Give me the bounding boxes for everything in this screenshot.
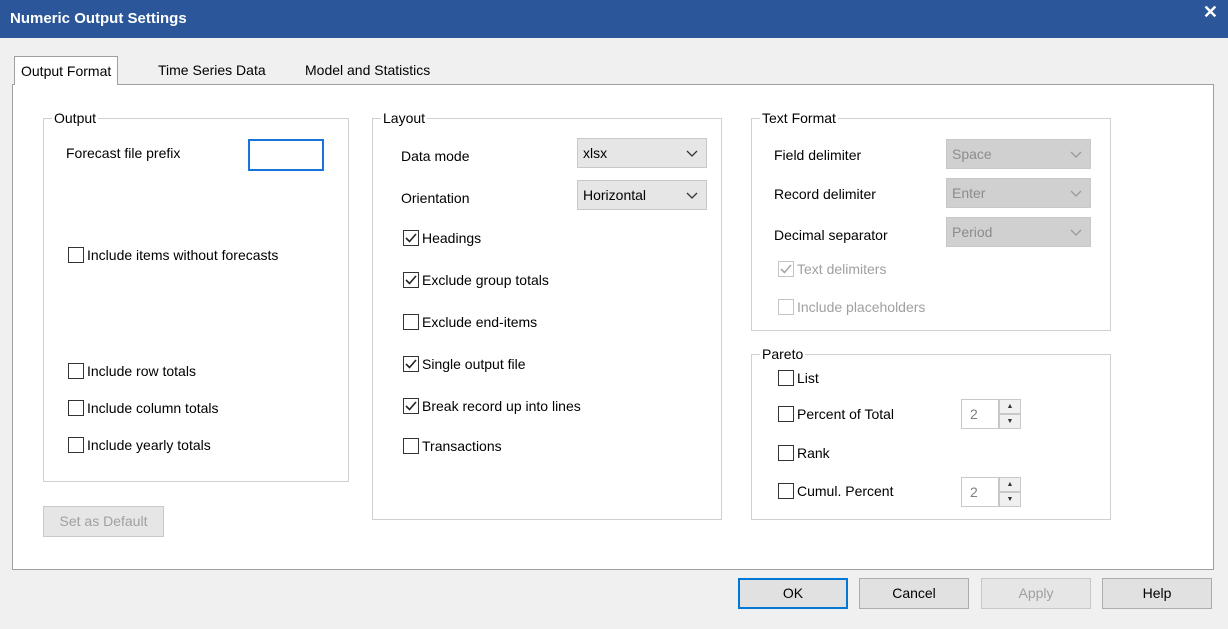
close-icon[interactable]: ✕: [1203, 2, 1218, 23]
cumul-percent-checkbox[interactable]: Cumul. Percent: [778, 483, 893, 499]
include-items-without-forecasts-label: Include items without forecasts: [87, 247, 279, 263]
include-column-totals-checkbox[interactable]: Include column totals: [68, 400, 219, 416]
chevron-down-icon: [686, 192, 698, 199]
transactions-label: Transactions: [422, 438, 502, 454]
exclude-end-items-checkbox[interactable]: Exclude end-items: [403, 314, 537, 330]
headings-label: Headings: [422, 230, 482, 246]
percent-of-total-value[interactable]: [961, 399, 999, 429]
include-column-totals-label: Include column totals: [87, 400, 219, 416]
break-record-checkbox[interactable]: Break record up into lines: [403, 398, 581, 414]
single-output-file-checkbox[interactable]: Single output file: [403, 356, 526, 372]
data-mode-select[interactable]: xlsx: [577, 138, 707, 168]
field-delimiter-select[interactable]: Space: [946, 139, 1091, 169]
exclude-end-items-label: Exclude end-items: [422, 314, 538, 330]
cumul-percent-label: Cumul. Percent: [797, 483, 894, 499]
tab-model-and-statistics[interactable]: Model and Statistics: [299, 56, 436, 84]
spin-down-icon[interactable]: ▼: [999, 492, 1021, 507]
help-button[interactable]: Help: [1102, 578, 1212, 609]
field-delimiter-value: Space: [952, 146, 992, 162]
list-checkbox[interactable]: List: [778, 370, 819, 386]
include-yearly-totals-label: Include yearly totals: [87, 437, 211, 453]
text-delimiters-checkbox[interactable]: Text delimiters: [778, 261, 886, 277]
include-yearly-totals-checkbox[interactable]: Include yearly totals: [68, 437, 211, 453]
include-placeholders-checkbox[interactable]: Include placeholders: [778, 299, 925, 315]
chevron-down-icon: [1070, 229, 1082, 236]
chevron-down-icon: [1070, 190, 1082, 197]
decimal-separator-label: Decimal separator: [774, 227, 888, 243]
cumul-percent-value[interactable]: [961, 477, 999, 507]
single-output-file-label: Single output file: [422, 356, 526, 372]
ok-button[interactable]: OK: [738, 578, 848, 609]
set-as-default-button[interactable]: Set as Default: [43, 506, 164, 537]
percent-of-total-checkbox[interactable]: Percent of Total: [778, 406, 894, 422]
record-delimiter-label: Record delimiter: [774, 186, 876, 202]
percent-of-total-spinner[interactable]: ▲ ▼: [961, 399, 1021, 429]
data-mode-value: xlsx: [583, 145, 608, 161]
field-delimiter-label: Field delimiter: [774, 147, 862, 163]
decimal-separator-value: Period: [952, 224, 993, 240]
include-items-without-forecasts-checkbox[interactable]: Include items without forecasts: [68, 247, 278, 263]
pareto-group-legend: Pareto: [762, 346, 804, 362]
orientation-label: Orientation: [401, 190, 470, 206]
rank-label: Rank: [797, 445, 830, 461]
tab-output-format[interactable]: Output Format: [14, 56, 119, 85]
rank-checkbox[interactable]: Rank: [778, 445, 830, 461]
break-record-label: Break record up into lines: [422, 398, 581, 414]
headings-checkbox[interactable]: Headings: [403, 230, 481, 246]
apply-button[interactable]: Apply: [981, 578, 1091, 609]
decimal-separator-select[interactable]: Period: [946, 217, 1091, 247]
record-delimiter-select[interactable]: Enter: [946, 178, 1091, 208]
percent-of-total-label: Percent of Total: [797, 406, 895, 422]
record-delimiter-value: Enter: [952, 185, 986, 201]
forecast-prefix-input[interactable]: [248, 139, 324, 171]
cumul-percent-spinner[interactable]: ▲ ▼: [961, 477, 1021, 507]
include-placeholders-label: Include placeholders: [797, 299, 926, 315]
include-row-totals-label: Include row totals: [87, 363, 196, 379]
spin-up-icon[interactable]: ▲: [999, 477, 1021, 492]
list-label: List: [797, 370, 819, 386]
text-delimiters-label: Text delimiters: [797, 261, 887, 277]
orientation-value: Horizontal: [583, 187, 647, 203]
tab-time-series-data[interactable]: Time Series Data: [152, 56, 272, 84]
exclude-group-totals-checkbox[interactable]: Exclude group totals: [403, 272, 549, 288]
spin-up-icon[interactable]: ▲: [999, 399, 1021, 414]
transactions-checkbox[interactable]: Transactions: [403, 438, 502, 454]
title-bar: Numeric Output Settings ✕: [0, 0, 1228, 38]
window-title: Numeric Output Settings: [10, 10, 187, 27]
spin-down-icon[interactable]: ▼: [999, 414, 1021, 429]
cancel-button[interactable]: Cancel: [859, 578, 969, 609]
forecast-prefix-label: Forecast file prefix: [66, 145, 181, 161]
text-format-group-legend: Text Format: [762, 110, 836, 126]
layout-group-legend: Layout: [383, 110, 426, 126]
chevron-down-icon: [686, 150, 698, 157]
exclude-group-totals-label: Exclude group totals: [422, 272, 549, 288]
orientation-select[interactable]: Horizontal: [577, 180, 707, 210]
include-row-totals-checkbox[interactable]: Include row totals: [68, 363, 196, 379]
chevron-down-icon: [1070, 151, 1082, 158]
output-group-legend: Output: [54, 110, 97, 126]
data-mode-label: Data mode: [401, 148, 470, 164]
